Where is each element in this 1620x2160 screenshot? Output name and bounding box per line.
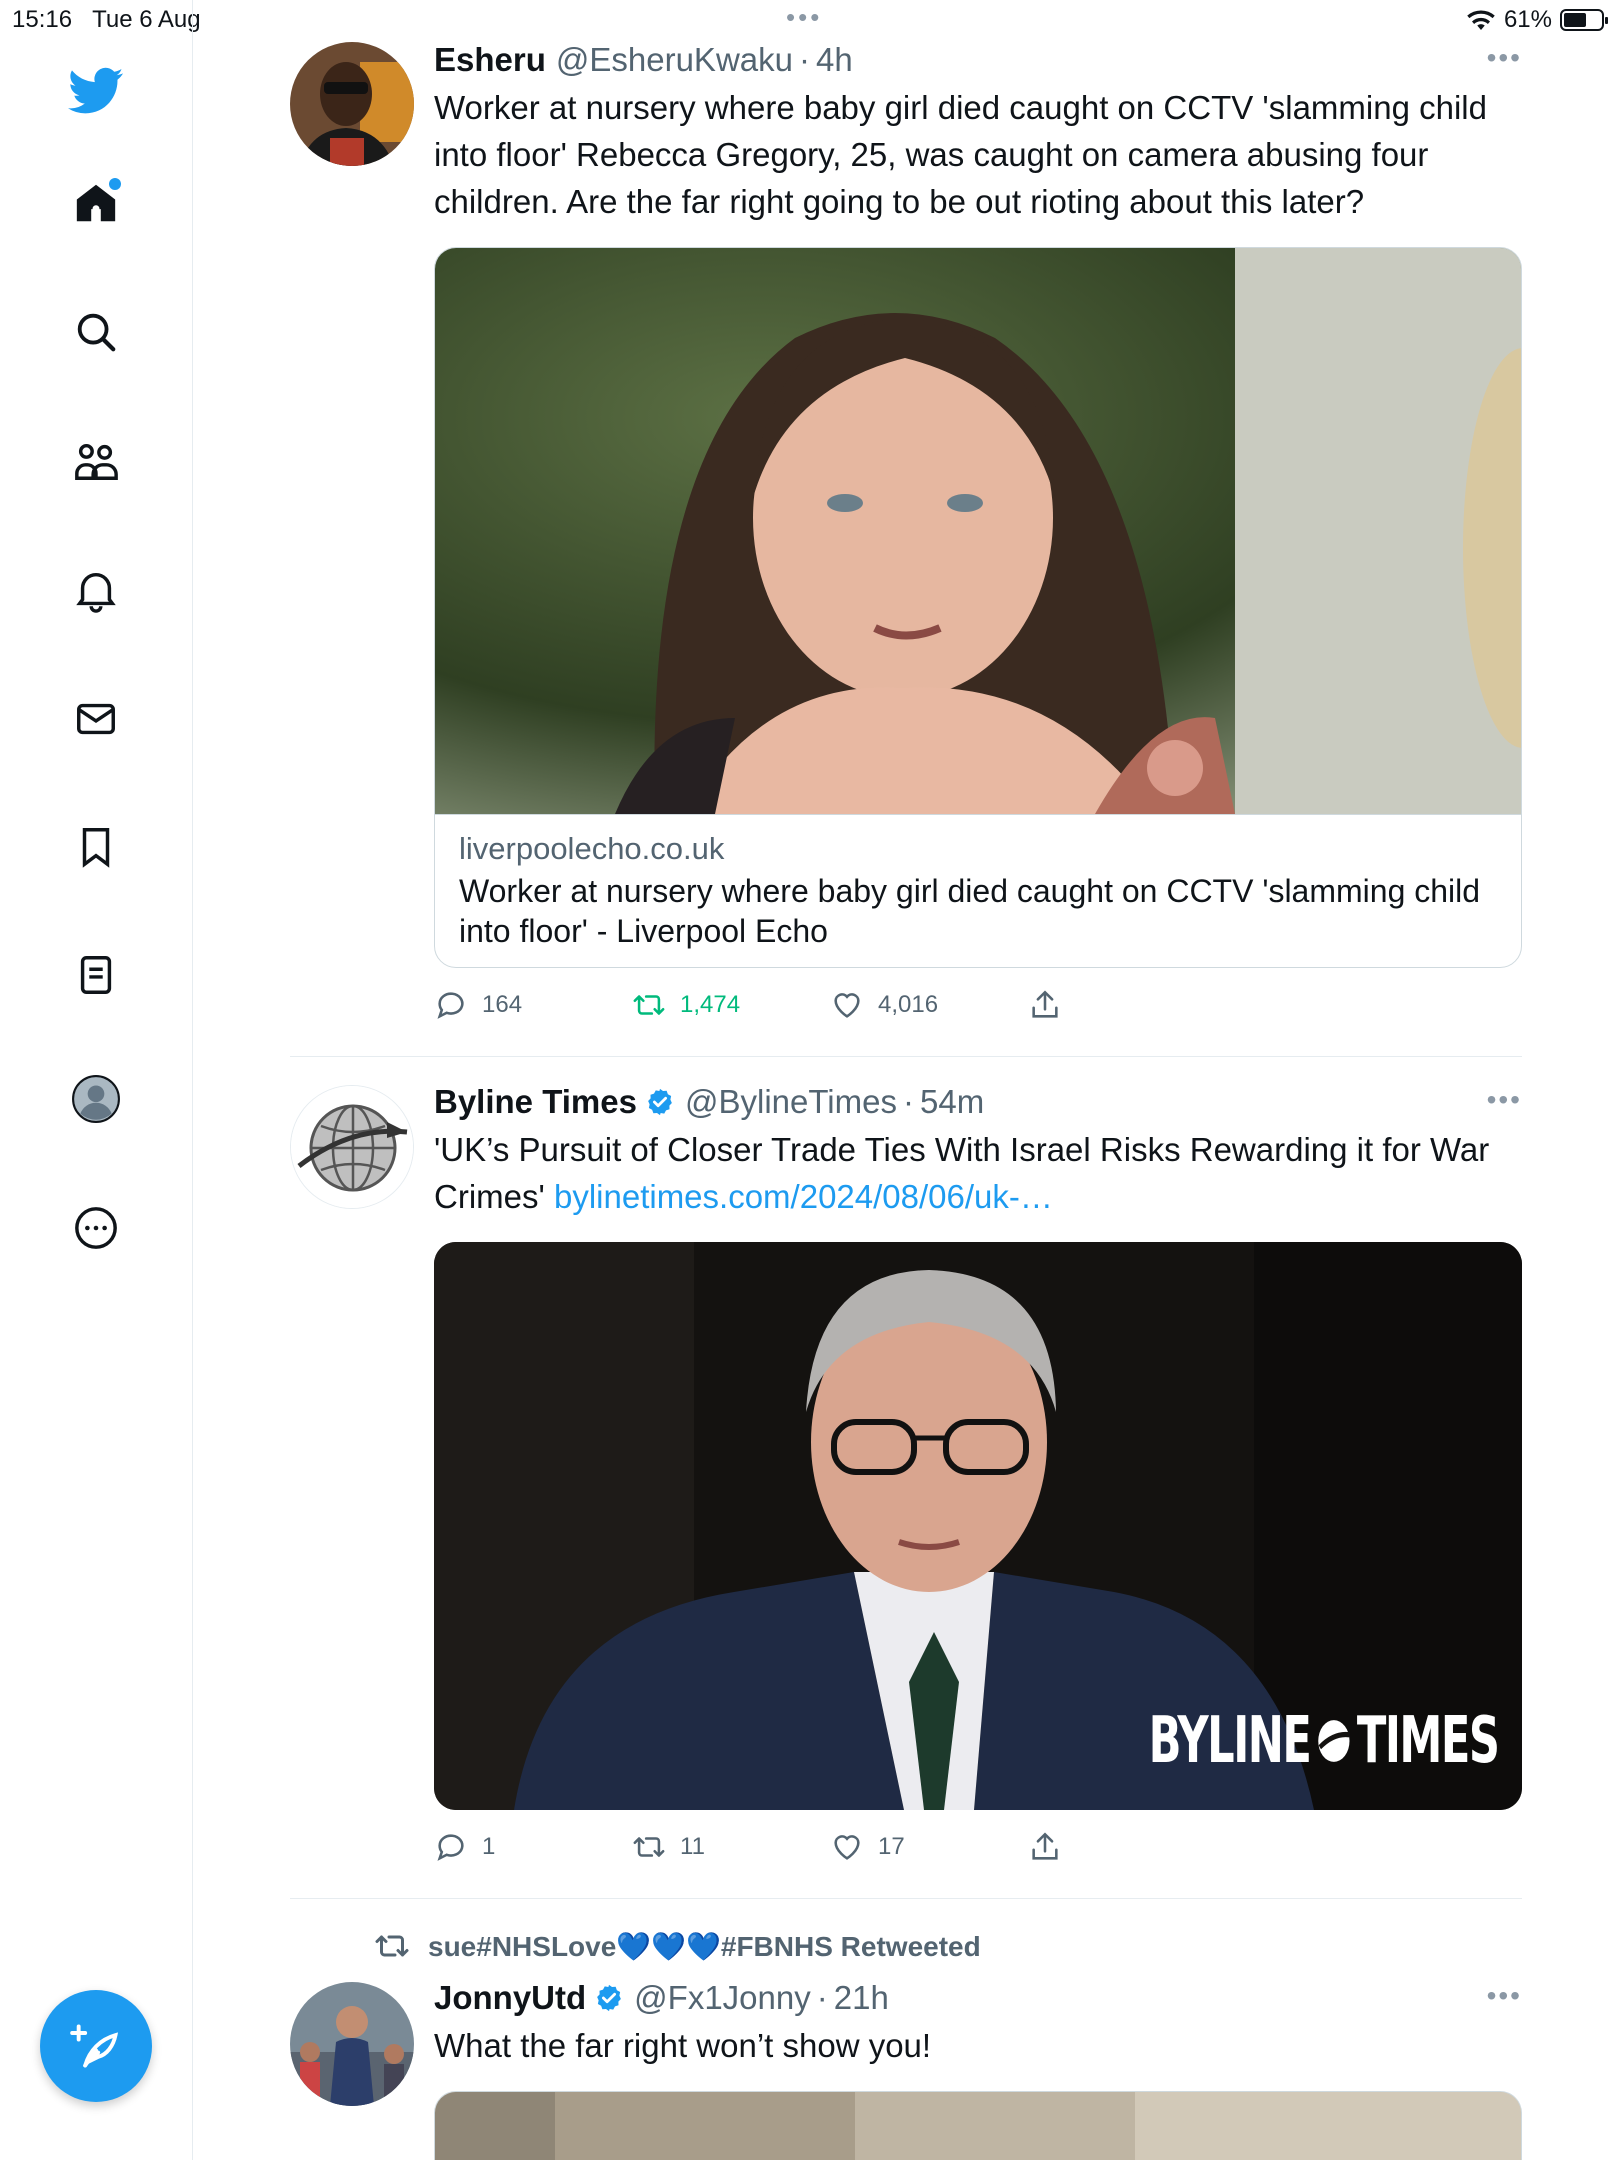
tweet-divider <box>290 1056 1522 1057</box>
retweet-button[interactable]: 11 <box>632 1830 705 1864</box>
more-circle-icon[interactable] <box>71 1203 121 1253</box>
header-separator: · <box>816 1979 828 2016</box>
watermark-byline: BYLINE <box>1148 1704 1311 1778</box>
link-card[interactable]: liverpoolecho.co.uk Worker at nursery wh… <box>434 247 1522 968</box>
battery-level <box>1564 13 1586 27</box>
link-card-domain: liverpoolecho.co.uk <box>459 831 725 866</box>
tweet-actions: 164 1,474 4,016 <box>434 988 1522 1028</box>
header-separator: · <box>798 41 810 78</box>
verified-badge-icon[interactable] <box>645 1087 675 1117</box>
link-card-meta: liverpoolecho.co.uk Worker at nursery wh… <box>435 814 1521 967</box>
compose-feather-icon <box>70 2024 119 2068</box>
retweeted-by-text: sue#NHSLove💙💙💙#FBNHS Retweeted <box>428 1930 981 1962</box>
lists-icon[interactable] <box>71 950 121 1000</box>
retweet-count: 1,474 <box>680 991 741 1018</box>
header-separator: · <box>902 1083 914 1120</box>
tweet-image[interactable] <box>434 2091 1522 2160</box>
share-button[interactable] <box>1028 1830 1062 1864</box>
link-card-title: Worker at nursery where baby girl died c… <box>459 873 1481 949</box>
home-notification-dot <box>109 178 121 190</box>
twitter-bird-icon[interactable] <box>66 65 126 115</box>
tweet-time[interactable]: 4h <box>816 41 853 79</box>
like-count: 4,016 <box>878 991 939 1018</box>
image-watermark: BYLINE TIMES <box>1148 1704 1499 1778</box>
battery-icon <box>1560 9 1608 31</box>
tweet-text: Worker at nursery where baby girl died c… <box>434 89 1487 220</box>
search-icon[interactable] <box>71 307 121 357</box>
avatar[interactable] <box>290 42 414 166</box>
profile-avatar-icon[interactable] <box>71 1074 121 1124</box>
avatar[interactable] <box>290 1085 414 1209</box>
wifi-icon <box>1467 10 1495 30</box>
tweet-time[interactable]: 21h <box>834 1979 889 2017</box>
tweet-text: 'UK’s Pursuit of Closer Trade Ties With … <box>434 1126 1522 1220</box>
heart-icon <box>834 993 860 1018</box>
reply-count: 164 <box>482 991 523 1018</box>
sidebar <box>0 0 193 2160</box>
author-name[interactable]: JonnyUtd <box>434 1979 586 2017</box>
tweet-content: Esheru @EsheruKwaku · 4h ••• Worker at n… <box>434 40 1522 1028</box>
author-handle[interactable]: @EsheruKwaku <box>556 41 793 79</box>
retweet-icon <box>633 995 665 1015</box>
reply-button[interactable]: 164 <box>434 988 522 1022</box>
bookmark-icon[interactable] <box>71 822 121 872</box>
retweeted-by-banner[interactable]: sue#NHSLove💙💙💙#FBNHS Retweeted <box>374 1928 981 1964</box>
reply-icon <box>437 1834 464 1861</box>
status-bar: 15:16 Tue 6 Aug ••• 61% <box>0 0 1620 40</box>
tweet-image[interactable]: BYLINE TIMES <box>434 1242 1522 1810</box>
more-options-icon[interactable]: ••• <box>1487 42 1522 74</box>
verified-badge-icon[interactable] <box>594 1983 624 2013</box>
multitasking-dots-icon[interactable]: ••• <box>786 2 822 33</box>
tweet-link[interactable]: bylinetimes.com/2024/08/06/uk-… <box>554 1178 1053 1215</box>
tweet-header: Esheru @EsheruKwaku · 4h ••• <box>434 40 1522 80</box>
like-button[interactable]: 17 <box>830 1830 905 1864</box>
heart-icon <box>834 1835 860 1860</box>
notifications-bell-icon[interactable] <box>71 565 121 615</box>
tweet-content: Byline Times @BylineTimes · 54m ••• 'UK’… <box>434 1082 1522 1870</box>
retweet-icon <box>375 1935 409 1957</box>
share-button[interactable] <box>1028 988 1062 1022</box>
author-name[interactable]: Esheru <box>434 41 546 79</box>
tweet-time[interactable]: 54m <box>920 1083 984 1121</box>
tweet-header: JonnyUtd @Fx1Jonny · 21h ••• <box>434 1978 1522 2018</box>
author-handle[interactable]: @BylineTimes <box>685 1083 897 1121</box>
reply-count: 1 <box>482 1833 496 1860</box>
more-options-icon[interactable]: ••• <box>1487 1084 1522 1116</box>
communities-icon[interactable] <box>71 436 121 486</box>
tweet-image-photo <box>435 2092 1521 2160</box>
like-count: 17 <box>878 1833 905 1860</box>
author-name[interactable]: Byline Times <box>434 1083 637 1121</box>
tweet-text: What the far right won’t show you! <box>434 2027 932 2064</box>
battery-percent: 61% <box>1503 6 1552 33</box>
share-icon <box>1032 990 1058 1018</box>
watermark-times: TIMES <box>1356 1704 1499 1778</box>
like-button[interactable]: 4,016 <box>830 988 938 1022</box>
byline-logo-icon <box>1317 1720 1349 1762</box>
messages-envelope-icon[interactable] <box>71 694 121 744</box>
tweet-header: Byline Times @BylineTimes · 54m ••• <box>434 1082 1522 1122</box>
reply-button[interactable]: 1 <box>434 1830 495 1864</box>
share-icon <box>1032 1832 1058 1860</box>
retweet-count: 11 <box>680 1833 705 1860</box>
author-handle[interactable]: @Fx1Jonny <box>634 1979 811 2017</box>
compose-tweet-button[interactable] <box>40 1990 152 2102</box>
status-indicators: 61% <box>1466 6 1608 34</box>
tweet-divider <box>290 1898 1522 1899</box>
tweet-actions: 1 11 17 <box>434 1830 1522 1870</box>
retweet-icon <box>633 1837 665 1857</box>
reply-icon <box>437 992 464 1019</box>
avatar[interactable] <box>290 1982 414 2106</box>
retweet-button[interactable]: 1,474 <box>632 988 740 1022</box>
more-options-icon[interactable]: ••• <box>1487 1980 1522 2012</box>
link-card-image <box>435 248 1521 814</box>
tweet-content: JonnyUtd @Fx1Jonny · 21h ••• What the fa… <box>434 1978 1522 2160</box>
home-icon[interactable] <box>71 178 121 228</box>
